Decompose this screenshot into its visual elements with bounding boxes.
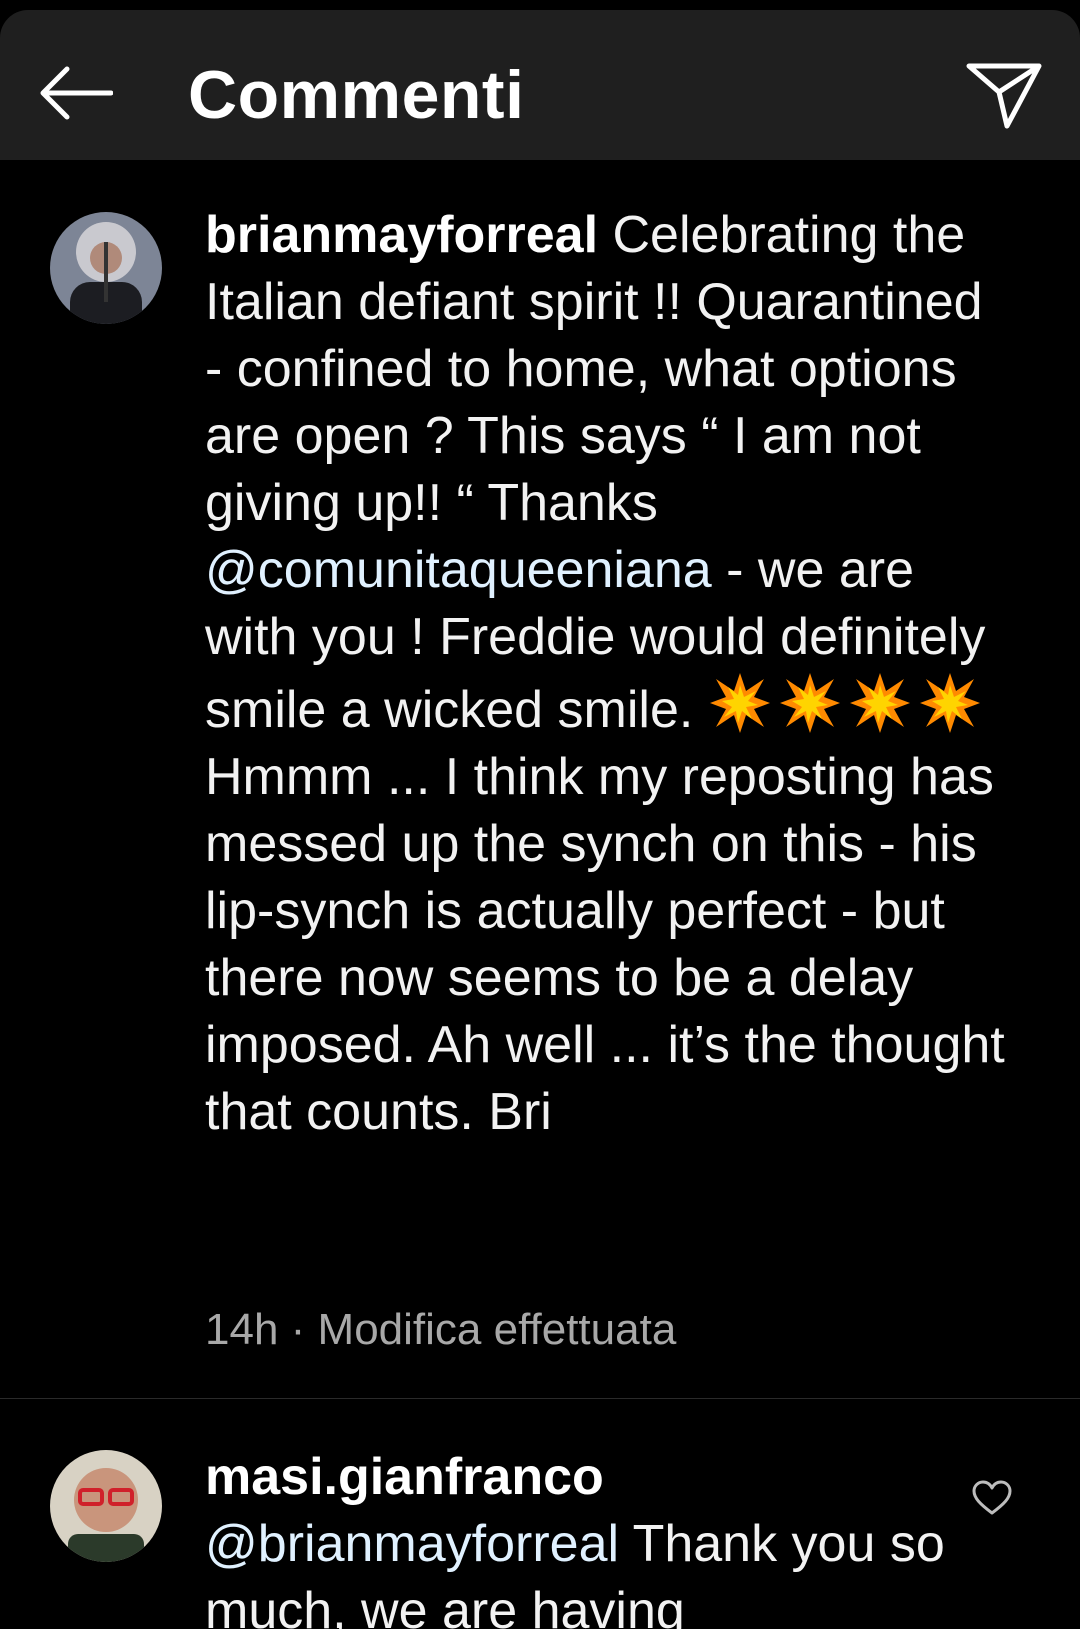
comment-text: masi.gianfranco @brianmayforreal Thank y… (205, 1444, 1005, 1629)
username-link[interactable]: masi.gianfranco (205, 1448, 604, 1506)
caption-meta: 14h · Modifica effettuata (205, 1302, 676, 1358)
back-button[interactable] (28, 48, 122, 138)
emoji-row (708, 673, 988, 739)
collision-emoji-icon (849, 673, 910, 733)
heart-icon (972, 1480, 1012, 1515)
avatar[interactable] (50, 212, 162, 324)
username-link[interactable]: brianmayforreal (205, 206, 598, 264)
arrow-left-icon (40, 66, 113, 120)
divider (0, 1398, 1080, 1399)
timestamp: 14h (205, 1305, 279, 1354)
caption-text-part3: Hmmm ... I think my reposting has messed… (205, 748, 1005, 1141)
like-button[interactable] (968, 1474, 1016, 1522)
mention-link[interactable]: @comunitaqueeniana (205, 541, 712, 599)
avatar[interactable] (50, 1450, 162, 1562)
paper-plane-icon (966, 63, 1042, 129)
header-bar: Commenti (0, 10, 1080, 160)
page-title: Commenti (188, 57, 525, 133)
edited-label: Modifica effettuata (317, 1305, 677, 1354)
share-button[interactable] (962, 52, 1046, 136)
caption-text: brianmayforreal Celebrating the Italian … (205, 202, 1005, 1146)
collision-emoji-icon (779, 673, 840, 733)
collision-emoji-icon (709, 673, 770, 733)
mention-link[interactable]: @brianmayforreal (205, 1515, 619, 1573)
meta-separator: · (290, 1305, 306, 1354)
comments-screen: Commenti brianmayforreal Celebrating the… (0, 0, 1080, 1629)
collision-emoji-icon (919, 673, 980, 733)
